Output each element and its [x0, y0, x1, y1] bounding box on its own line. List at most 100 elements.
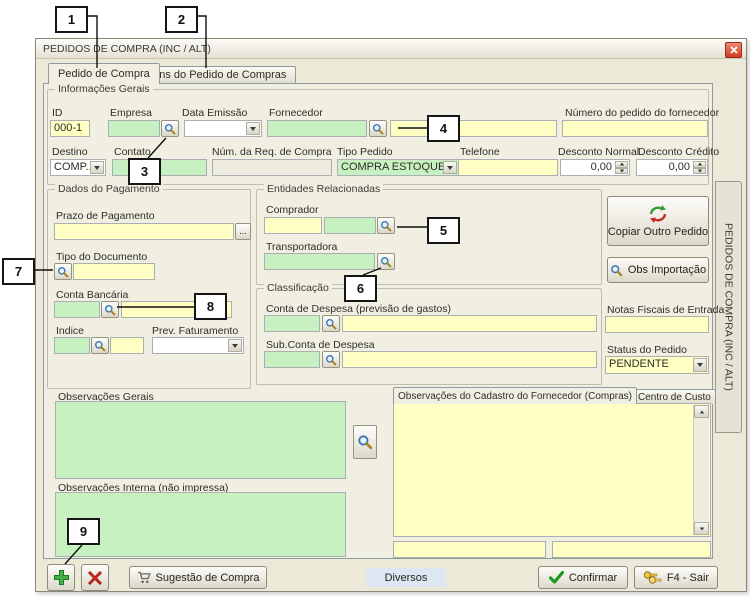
destino-label: Destino [52, 146, 88, 158]
comprador-codigo-field[interactable] [324, 217, 376, 234]
sub-conta-despesa-lookup-button[interactable] [322, 351, 340, 368]
indice-field[interactable] [54, 337, 90, 354]
tab-pedido-de-compra[interactable]: Pedido de Compra [48, 63, 160, 84]
tipo-documento-field[interactable] [73, 263, 155, 280]
spinner-down-icon[interactable] [615, 168, 628, 175]
comprador-field[interactable] [264, 217, 322, 234]
obs-gerais-lookup-button[interactable] [353, 425, 377, 459]
transportadora-lookup-button[interactable] [377, 253, 395, 270]
confirmar-button[interactable]: Confirmar [538, 566, 628, 589]
group-title: Classificação [264, 282, 332, 294]
group-title: Informações Gerais [55, 83, 153, 95]
search-icon [325, 354, 337, 366]
chevron-down-icon[interactable] [693, 358, 707, 372]
cancel-button[interactable] [81, 564, 109, 591]
cart-icon [137, 571, 151, 584]
callout-3: 3 [128, 158, 161, 185]
scroll-up-icon[interactable] [694, 405, 709, 418]
f4-sair-button[interactable]: F4 - Sair [634, 566, 718, 589]
button-label: Copiar Outro Pedido [608, 226, 708, 238]
num-pedido-fornecedor-field[interactable] [562, 120, 708, 137]
tab-centro-de-custo[interactable]: Centro de Custo [633, 389, 716, 404]
search-icon [372, 123, 384, 135]
indice-lookup-button[interactable] [91, 337, 109, 354]
close-button[interactable] [725, 42, 742, 58]
id-field[interactable]: 000-1 [50, 120, 90, 137]
sub-conta-despesa-nome-field[interactable] [342, 351, 597, 368]
tipo-pedido-value: COMPRA ESTOQUE [341, 161, 445, 173]
copiar-outro-pedido-button[interactable]: Copiar Outro Pedido [607, 196, 709, 246]
button-label: Sugestão de Compra [156, 572, 260, 584]
conta-despesa-lookup-button[interactable] [322, 315, 340, 332]
callout-number: 1 [68, 12, 75, 27]
status-pedido-dropdown[interactable]: PENDENTE [605, 356, 709, 374]
search-icon [104, 304, 116, 316]
chevron-down-icon[interactable] [228, 339, 242, 352]
spinner-buttons[interactable] [693, 161, 706, 174]
data-emissao-dropdown[interactable] [184, 120, 262, 137]
notas-fiscais-field[interactable] [605, 316, 709, 333]
chevron-down-icon[interactable] [246, 122, 260, 135]
desconto-credito-label: Desconto Crédito [638, 146, 719, 158]
empresa-field[interactable] [108, 120, 160, 137]
spinner-buttons[interactable] [615, 161, 628, 174]
fornecedor-field[interactable] [267, 120, 367, 137]
fornecedor-nome-field[interactable] [390, 120, 557, 137]
tab-itens-do-pedido[interactable]: Itens do Pedido de Compras [137, 66, 296, 83]
sugestao-compra-button[interactable]: Sugestão de Compra [129, 566, 267, 589]
prev-faturamento-dropdown[interactable] [152, 337, 244, 354]
prazo-pagamento-ellipsis-button[interactable]: ... [235, 223, 251, 240]
close-icon [730, 46, 738, 54]
search-icon [380, 220, 392, 232]
fornecedor-extra-field-2[interactable] [552, 541, 711, 558]
destino-dropdown[interactable]: COMP... [50, 159, 106, 176]
prazo-pagamento-field[interactable] [54, 223, 234, 240]
empresa-lookup-button[interactable] [161, 120, 179, 137]
diversos-button[interactable]: Diversos [366, 568, 446, 587]
prev-faturamento-label: Prev. Faturamento [152, 325, 238, 337]
callout-number: 9 [80, 524, 87, 539]
telefone-field[interactable] [458, 159, 558, 176]
window-title: PEDIDOS DE COMPRA (INC / ALT) [43, 43, 211, 55]
num-req-compra-field[interactable] [212, 159, 332, 176]
obs-fornecedor-textarea[interactable] [393, 403, 711, 537]
x-icon [87, 570, 103, 586]
sub-conta-despesa-field[interactable] [264, 351, 320, 368]
fornecedor-label: Fornecedor [269, 107, 323, 119]
comprador-lookup-button[interactable] [377, 217, 395, 234]
obs-gerais-textarea[interactable] [55, 401, 346, 479]
scroll-down-icon[interactable] [694, 522, 709, 535]
search-icon [94, 340, 106, 352]
scrollbar[interactable] [693, 405, 709, 535]
status-pedido-value: PENDENTE [609, 358, 669, 370]
conta-bancaria-field[interactable] [54, 301, 100, 318]
callout-7: 7 [2, 258, 35, 285]
callout-number: 3 [141, 164, 148, 179]
conta-despesa-nome-field[interactable] [342, 315, 597, 332]
callout-1: 1 [55, 6, 88, 33]
window-titlebar[interactable]: PEDIDOS DE COMPRA (INC / ALT) [36, 39, 746, 59]
conta-despesa-field[interactable] [264, 315, 320, 332]
transportadora-field[interactable] [264, 253, 375, 270]
spinner-down-icon[interactable] [693, 168, 706, 175]
group-title: Entidades Relacionadas [264, 183, 383, 195]
app-window: PEDIDOS DE COMPRA (INC / ALT) Pedido de … [35, 38, 747, 592]
conta-bancaria-lookup-button[interactable] [101, 301, 119, 318]
tab-obs-cadastro-fornecedor[interactable]: Observações do Cadastro do Fornecedor (C… [393, 387, 637, 404]
button-label: Diversos [385, 572, 428, 584]
indice-nome-field[interactable] [110, 337, 144, 354]
search-icon [357, 434, 373, 450]
tipo-documento-lookup-button[interactable] [54, 263, 72, 280]
desconto-normal-label: Desconto Normal [558, 146, 639, 158]
obs-importacao-button[interactable]: Obs Importação [607, 257, 709, 283]
chevron-down-icon[interactable] [443, 161, 457, 174]
group-classificacao: Classificação Conta de Despesa (previsão… [256, 288, 602, 385]
exit-keys-icon [643, 571, 662, 584]
add-button[interactable] [47, 564, 75, 591]
fornecedor-lookup-button[interactable] [369, 120, 387, 137]
desconto-credito-spinner[interactable]: 0,00 [636, 159, 708, 176]
chevron-down-icon[interactable] [90, 161, 104, 174]
desconto-normal-spinner[interactable]: 0,00 [560, 159, 630, 176]
tipo-pedido-dropdown[interactable]: COMPRA ESTOQUE [337, 159, 459, 176]
fornecedor-extra-field-1[interactable] [393, 541, 546, 558]
